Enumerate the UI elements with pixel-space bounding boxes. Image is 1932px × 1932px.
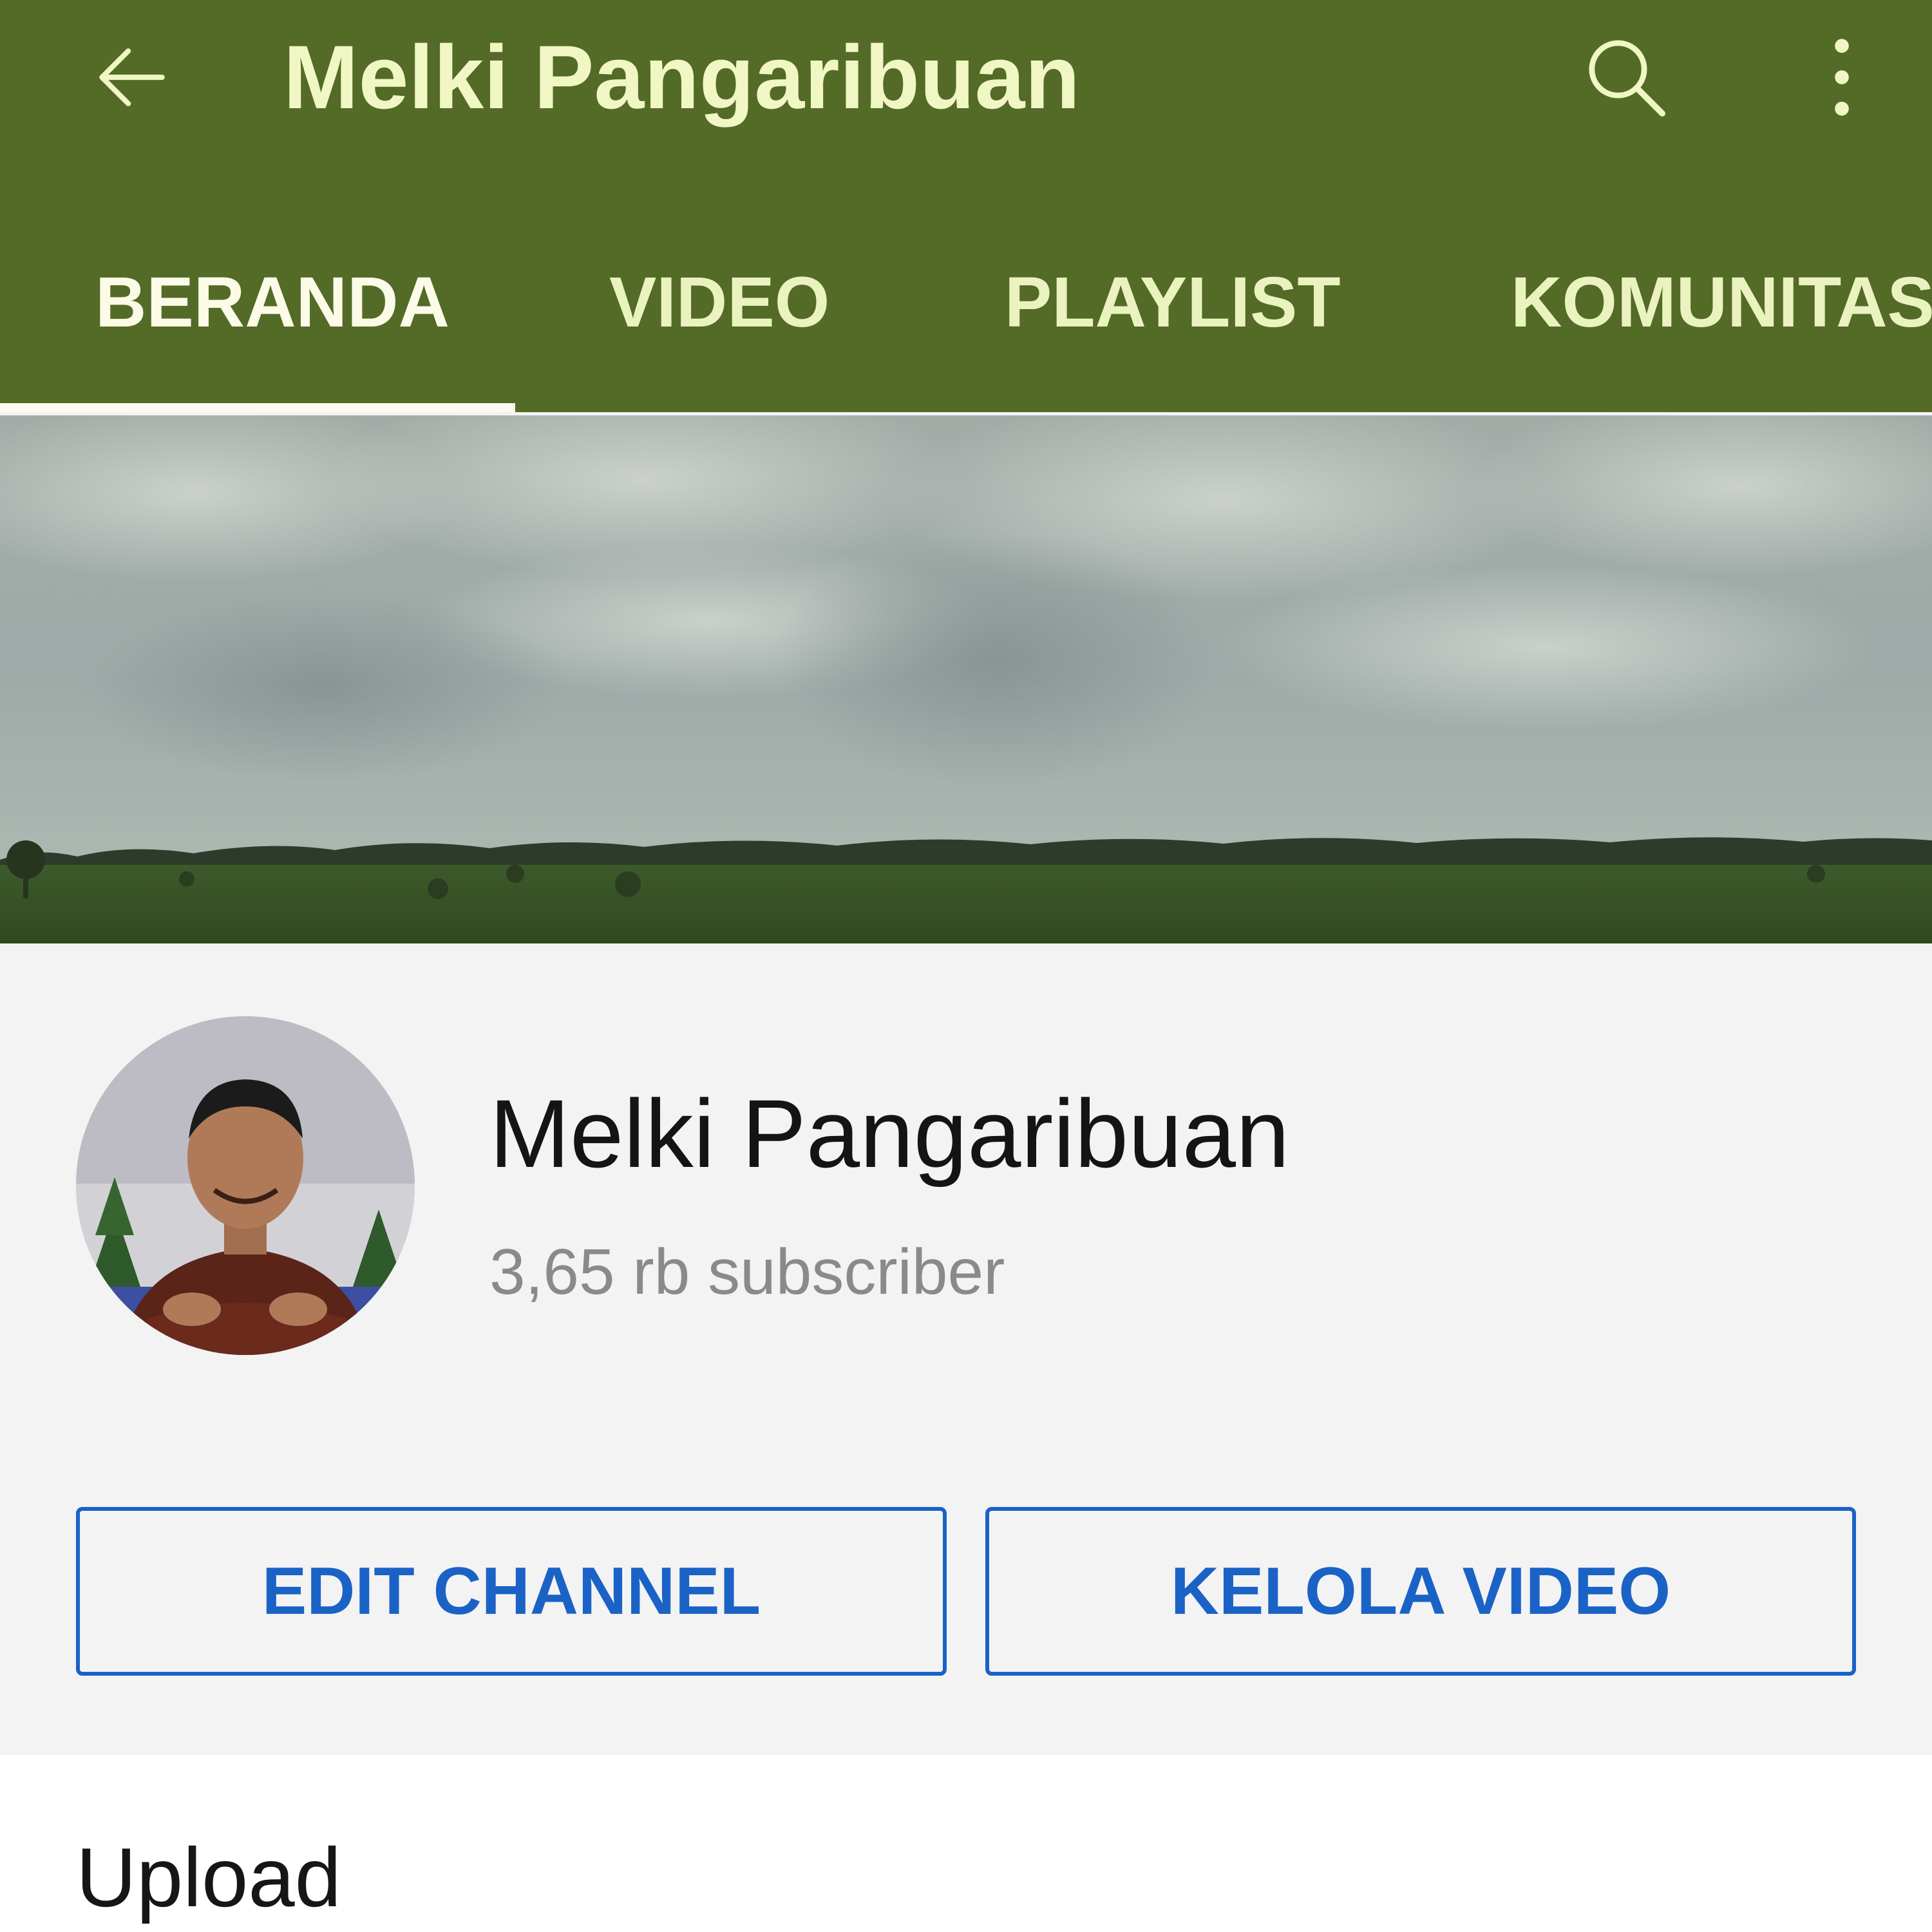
tab-video[interactable]: VIDEO [609, 232, 829, 374]
subscriber-count: 3,65 rb subscriber [489, 1236, 1005, 1308]
uploads-section: Upload [0, 1755, 1932, 1932]
search-button[interactable] [1571, 23, 1681, 132]
app-bar: Melki Pangaribuan BERANDA VIDEO PLAYLIST… [0, 0, 1932, 412]
search-icon [1589, 40, 1665, 117]
arrow-back-icon [99, 48, 165, 106]
tab-beranda[interactable]: BERANDA [95, 232, 450, 374]
channel-banner [0, 415, 1932, 943]
back-button[interactable] [80, 26, 184, 129]
profile-photo [76, 1016, 415, 1355]
uploads-heading: Upload [76, 1830, 341, 1924]
edit-channel-button[interactable]: EDIT CHANNEL [76, 1507, 947, 1676]
manage-videos-button[interactable]: KELOLA VIDEO [985, 1507, 1856, 1676]
tab-bar: BERANDA VIDEO PLAYLIST KOMUNITAS [0, 232, 1932, 412]
more-vert-icon [1835, 39, 1849, 116]
avatar[interactable] [76, 1016, 415, 1355]
banner-landscape-image [0, 415, 1932, 943]
more-options-button[interactable] [1803, 23, 1880, 132]
active-tab-indicator [0, 403, 515, 412]
page-title: Melki Pangaribuan [283, 26, 1080, 128]
tab-komunitas[interactable]: KOMUNITAS [1511, 232, 1932, 374]
channel-name: Melki Pangaribuan [489, 1079, 1290, 1188]
tab-playlist[interactable]: PLAYLIST [1005, 232, 1341, 374]
